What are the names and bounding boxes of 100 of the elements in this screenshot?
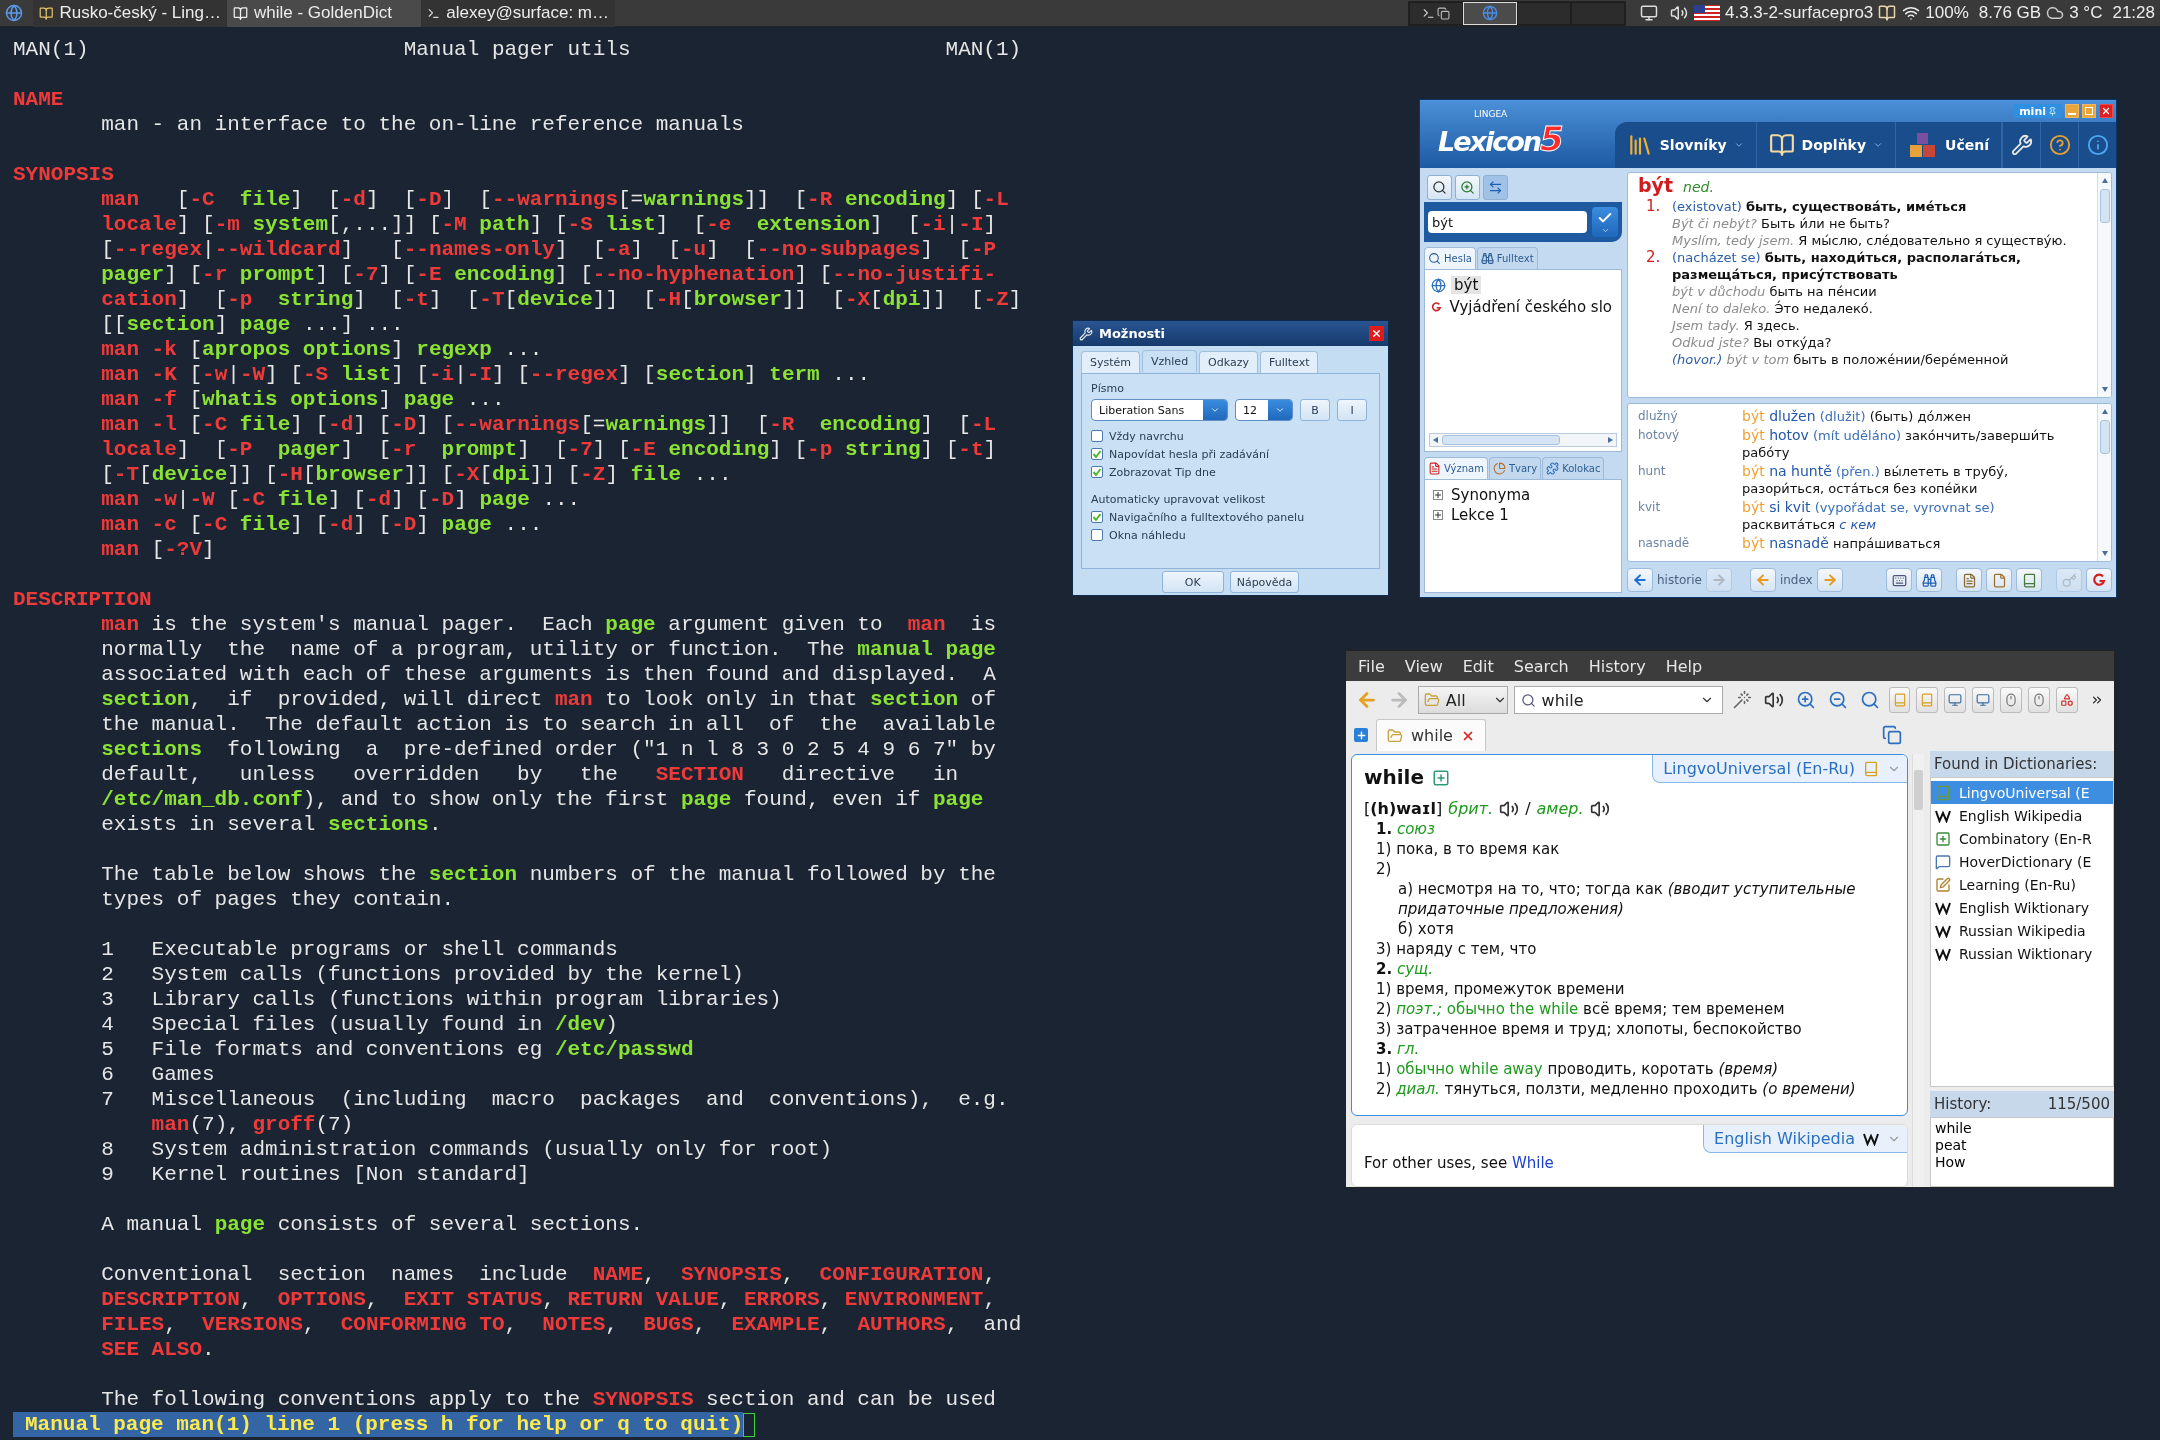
scroll-arrow-icon[interactable] bbox=[2100, 385, 2109, 393]
scroll-arrow-icon[interactable] bbox=[1606, 436, 1614, 444]
close-button[interactable] bbox=[1369, 326, 1384, 341]
tab[interactable]: Tvary bbox=[1488, 457, 1542, 479]
tab[interactable]: Fulltext bbox=[1476, 247, 1538, 269]
search-field[interactable]: být bbox=[1428, 211, 1587, 233]
taskbar-button[interactable]: alexey@surface: m… bbox=[421, 0, 615, 27]
tab[interactable]: Fulltext bbox=[1259, 351, 1319, 373]
tab[interactable]: Význam bbox=[1424, 457, 1488, 479]
scrollbar[interactable] bbox=[1429, 433, 1617, 447]
tab[interactable]: Kolokac bbox=[1542, 457, 1605, 479]
dictionary-item[interactable]: Combinatory (En-R bbox=[1931, 827, 2113, 850]
launcher-icon[interactable] bbox=[4, 4, 23, 22]
scroll-arrow-icon[interactable] bbox=[2100, 549, 2109, 557]
dictionary-label[interactable]: LingvoUniversal (En-Ru) bbox=[1652, 755, 1907, 783]
search-button[interactable] bbox=[1427, 174, 1452, 200]
binoculars-button[interactable] bbox=[1916, 568, 1942, 592]
workspace-pager[interactable] bbox=[1407, 0, 1626, 26]
terminal-line: 7 Miscellaneous (including macro packages and conventions), e.g. bbox=[101, 1087, 1009, 1112]
menu-tab[interactable]: Doplňky bbox=[1756, 122, 1897, 168]
tab[interactable]: Vzhled bbox=[1142, 350, 1198, 372]
page-button[interactable] bbox=[1986, 568, 2012, 592]
tool-button[interactable] bbox=[1944, 687, 1967, 713]
dictionary-item[interactable]: Russian Wiktionary bbox=[1931, 942, 2113, 965]
article-line: 1. союз bbox=[1375, 819, 1436, 839]
dictionary-item[interactable]: English Wikipedia bbox=[1931, 804, 2113, 827]
tool-button[interactable] bbox=[1972, 687, 1995, 713]
swap-button[interactable] bbox=[1483, 174, 1508, 200]
book-button[interactable] bbox=[2016, 568, 2042, 592]
scroll-arrow-icon[interactable] bbox=[2100, 177, 2109, 185]
italic-button[interactable]: I bbox=[1337, 399, 1367, 421]
menu-tab[interactable]: Učení bbox=[1896, 122, 2002, 168]
scroll-arrow-icon[interactable] bbox=[2100, 408, 2109, 416]
article-line: 1) обычно while away проводить, коротать (время) bbox=[1375, 1059, 1780, 1079]
size-select[interactable]: 12 bbox=[1235, 399, 1293, 421]
search-field[interactable]: while bbox=[1513, 686, 1723, 714]
close-button[interactable] bbox=[2099, 104, 2113, 118]
tab[interactable]: Hesla bbox=[1424, 247, 1476, 269]
checkbox[interactable] bbox=[1091, 466, 1103, 478]
tree-item[interactable]: Synonyma bbox=[1451, 486, 1531, 504]
scrollbar[interactable] bbox=[2097, 173, 2111, 397]
checkbox[interactable] bbox=[1091, 529, 1103, 541]
scrollbar[interactable] bbox=[2097, 404, 2111, 561]
scroll-thumb[interactable] bbox=[2099, 420, 2110, 454]
result-item[interactable]: být bbox=[1451, 276, 1482, 294]
expand-icon[interactable] bbox=[1433, 510, 1443, 520]
list-button[interactable] bbox=[1956, 568, 1982, 592]
scrollbar[interactable] bbox=[1912, 754, 1924, 1187]
tool-button[interactable] bbox=[2056, 687, 2079, 713]
dialog-button[interactable]: Nápověda bbox=[1229, 571, 1300, 593]
recent-word[interactable]: How bbox=[1935, 1154, 1966, 1171]
terminal-line: sections following a pre-defined order ("1 n l 8 3 0 2 5 4 9 6 7" by bbox=[101, 737, 996, 762]
result-item[interactable]: Vyjádření českého slo bbox=[1446, 298, 1615, 316]
phrase-source: nasnadě bbox=[1638, 535, 1691, 552]
terminal-line: 5 File formats and conventions eg /etc/passwd bbox=[101, 1037, 694, 1062]
menu-item[interactable]: File bbox=[1358, 656, 1385, 676]
menu-item[interactable]: Search bbox=[1513, 656, 1569, 676]
scroll-thumb[interactable] bbox=[2099, 189, 2110, 223]
dictionary-item[interactable]: HoverDictionary (E bbox=[1931, 850, 2113, 873]
menu-item[interactable]: Help bbox=[1665, 656, 1703, 676]
menu-item[interactable]: Edit bbox=[1462, 656, 1494, 676]
back-button[interactable] bbox=[1627, 568, 1653, 592]
checkbox[interactable] bbox=[1091, 430, 1103, 442]
terminal-line: 2 System calls (functions provided by the kernel) bbox=[101, 962, 744, 987]
menu-item[interactable]: History bbox=[1588, 656, 1646, 676]
tab[interactable]: Systém bbox=[1081, 351, 1141, 373]
menu-item[interactable]: View bbox=[1404, 656, 1443, 676]
tab[interactable]: while bbox=[1376, 719, 1486, 751]
checkbox[interactable] bbox=[1091, 511, 1103, 523]
scroll-arrow-icon[interactable] bbox=[1432, 436, 1440, 444]
tree-item[interactable]: Lekce 1 bbox=[1451, 506, 1509, 524]
group-select[interactable]: All bbox=[1417, 686, 1508, 714]
terminal-line: default, unless overridden by the SECTION directive in bbox=[101, 762, 959, 787]
dictionary-label[interactable]: English Wikipedia bbox=[1703, 1125, 1907, 1153]
menu-tab[interactable]: Slovníky bbox=[1614, 122, 1757, 168]
recent-word[interactable]: peat bbox=[1935, 1137, 1967, 1154]
font-select[interactable]: Liberation Sans bbox=[1091, 399, 1228, 421]
plus-icon bbox=[1355, 729, 1367, 741]
arc-button[interactable] bbox=[2086, 568, 2112, 592]
taskbar-button[interactable]: Rusko-český - Ling… bbox=[33, 0, 227, 27]
expand-icon[interactable] bbox=[1433, 490, 1443, 500]
tab[interactable]: Odkazy bbox=[1199, 351, 1258, 373]
taskbar-button[interactable]: while - GoldenDict bbox=[227, 0, 421, 27]
dictionary-item[interactable]: Russian Wikipedia bbox=[1931, 919, 2113, 942]
checkbox[interactable] bbox=[1091, 448, 1103, 460]
recent-word[interactable]: while bbox=[1935, 1120, 1972, 1137]
dictionary-item[interactable]: Learning (En-Ru) bbox=[1931, 873, 2113, 896]
zoom-button[interactable] bbox=[1455, 174, 1480, 200]
confirm-button[interactable] bbox=[1592, 207, 1618, 237]
new-tab-button[interactable] bbox=[1354, 728, 1368, 742]
scroll-thumb[interactable] bbox=[1442, 435, 1560, 445]
article-text: For other uses, see While bbox=[1364, 1153, 1554, 1173]
dialog-button[interactable]: OK bbox=[1161, 571, 1224, 593]
tool-button[interactable] bbox=[2028, 687, 2051, 713]
tool-button[interactable] bbox=[2000, 687, 2023, 713]
dictionary-item[interactable]: English Wiktionary bbox=[1931, 896, 2113, 919]
bold-button[interactable]: B bbox=[1300, 399, 1330, 421]
keyboard-button[interactable] bbox=[1886, 568, 1912, 592]
scroll-thumb[interactable] bbox=[1914, 770, 1923, 810]
link[interactable]: While bbox=[1511, 1154, 1554, 1172]
